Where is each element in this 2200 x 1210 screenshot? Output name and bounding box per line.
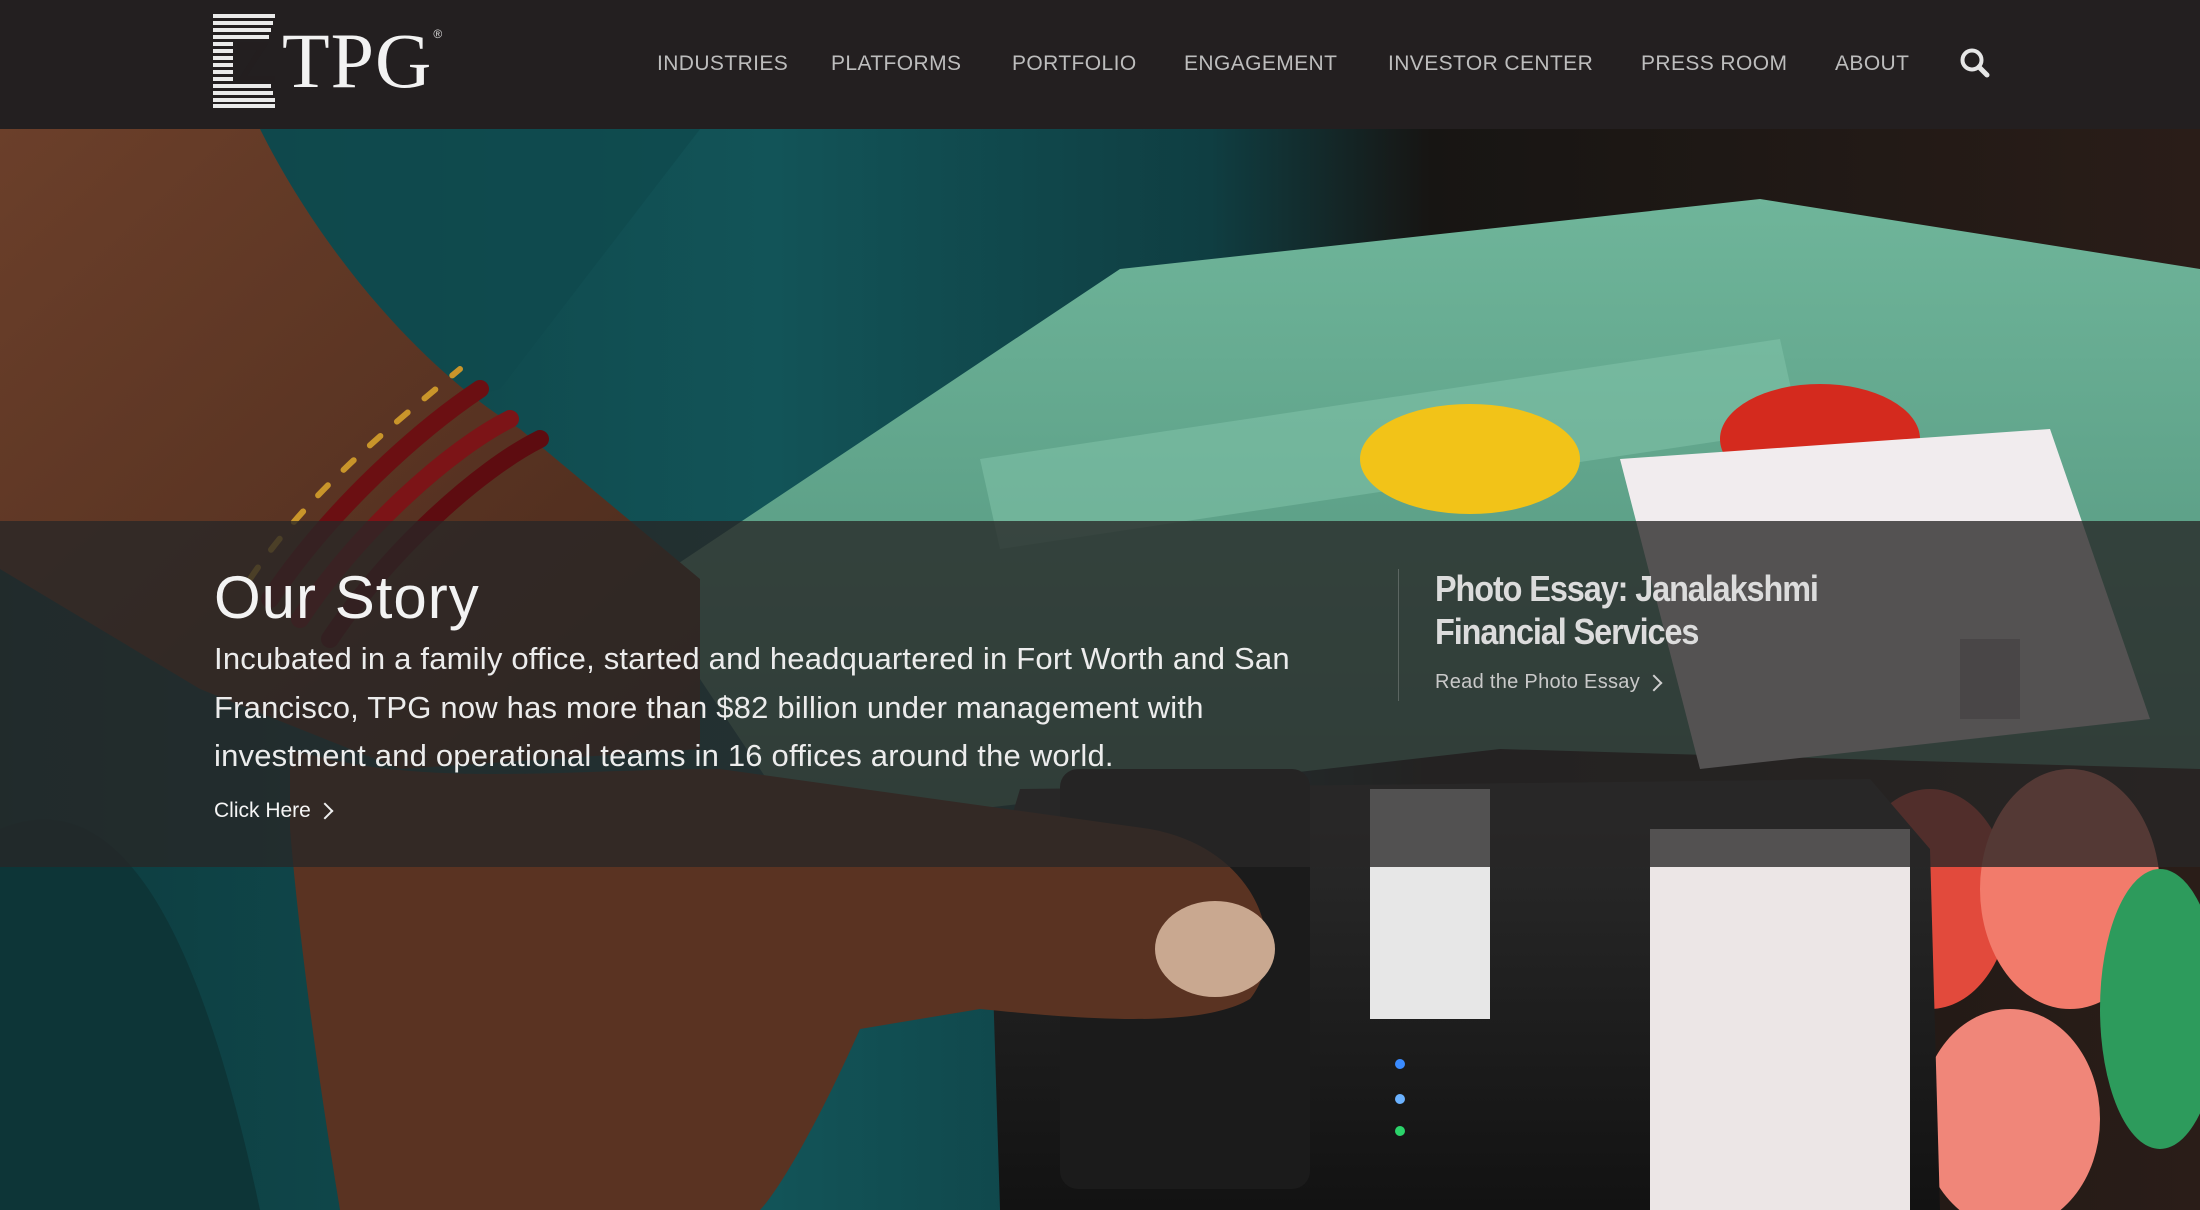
vertical-divider (1398, 569, 1399, 701)
nav-item-platforms[interactable]: PLATFORMS (831, 48, 961, 80)
info-overlay-band: Our Story Incubated in a family office, … (0, 521, 2200, 867)
our-story-block: Our Story Incubated in a family office, … (214, 561, 1354, 823)
click-here-label: Click Here (214, 798, 311, 822)
search-icon (1960, 48, 1990, 78)
nav-item-about[interactable]: ABOUT (1835, 48, 1909, 80)
nav-item-portfolio[interactable]: PORTFOLIO (1012, 48, 1137, 80)
site-header: TPG ® INDUSTRIES PLATFORMS PORTFOLIO ENG… (0, 0, 2200, 129)
search-button[interactable] (1958, 46, 1992, 80)
logo-registered-mark: ® (433, 27, 443, 41)
click-here-link[interactable]: Click Here (214, 798, 334, 823)
story-title: Our Story (214, 564, 480, 631)
chevron-right-icon (316, 802, 334, 820)
photo-essay-title[interactable]: Photo Essay: Janalakshmi Financial Servi… (1435, 567, 1948, 653)
nav-item-industries[interactable]: INDUSTRIES (657, 48, 788, 80)
nav-item-investor-center[interactable]: INVESTOR CENTER (1388, 48, 1593, 80)
nav-item-press-room[interactable]: PRESS ROOM (1641, 48, 1787, 80)
story-body: Incubated in a family office, started an… (214, 641, 1290, 773)
read-photo-essay-link[interactable]: Read the Photo Essay (1435, 671, 1663, 694)
main-nav: INDUSTRIES PLATFORMS PORTFOLIO ENGAGEMEN… (0, 48, 2200, 80)
chevron-right-icon (1645, 674, 1663, 692)
read-photo-essay-label: Read the Photo Essay (1435, 671, 1641, 693)
nav-item-engagement[interactable]: ENGAGEMENT (1184, 48, 1337, 80)
hero-section: Our Story Incubated in a family office, … (0, 129, 2200, 1210)
photo-essay-block: Photo Essay: Janalakshmi Financial Servi… (1435, 567, 1955, 694)
